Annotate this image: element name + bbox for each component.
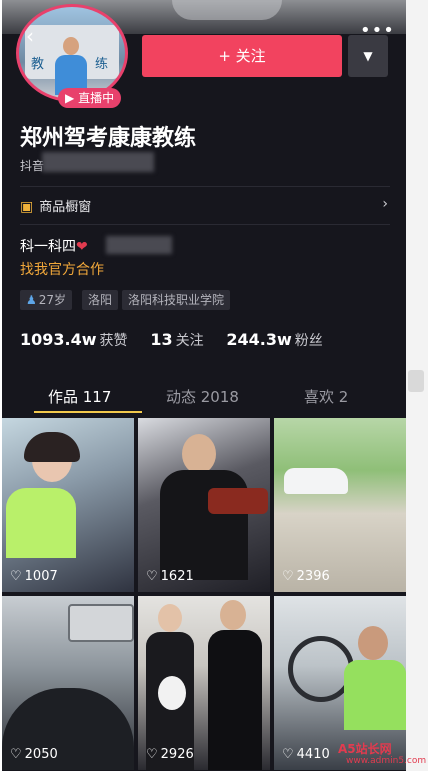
bio-line-1: 科一科四❤ bbox=[20, 236, 88, 256]
likes-label: 获赞 bbox=[99, 333, 128, 349]
heart-icon: ❤ bbox=[76, 239, 88, 255]
shop-icon: ▣ bbox=[20, 199, 34, 215]
heart-outline-icon: ♡ bbox=[146, 747, 158, 762]
profile-name: 郑州驾考康康教练 bbox=[20, 126, 197, 151]
like-count: ♡ 1621 bbox=[146, 569, 194, 584]
chevron-down-icon[interactable]: ▼ bbox=[348, 35, 388, 77]
avatar-char-1: 教 bbox=[31, 57, 45, 72]
stats-row: 1093.4w 获赞 13 关注 244.3w 粉丝 bbox=[20, 330, 341, 350]
tag-city: 洛阳 bbox=[82, 290, 119, 310]
video-thumbnail[interactable]: ♡ 1621 bbox=[138, 418, 270, 592]
tag-school: 洛阳科技职业学院 bbox=[122, 290, 231, 310]
follow-button[interactable]: + 关注 bbox=[142, 35, 342, 77]
video-thumbnail[interactable]: ♡ 1007 bbox=[2, 418, 134, 592]
video-thumbnail[interactable]: ♡ 2926 bbox=[138, 596, 270, 770]
back-arrow-icon[interactable]: ‹ bbox=[26, 24, 34, 48]
shop-window-row[interactable]: ▣ 商品橱窗 › bbox=[20, 196, 388, 216]
following-count[interactable]: 13 bbox=[150, 330, 172, 349]
divider bbox=[20, 224, 390, 225]
like-count: ♡ 2396 bbox=[282, 569, 330, 584]
likes-count: 1093.4w bbox=[20, 330, 97, 349]
video-thumbnail[interactable]: ♡ 2050 bbox=[2, 596, 134, 770]
tag-age: ♟ 27岁 bbox=[20, 290, 73, 310]
followers-label[interactable]: 粉丝 bbox=[295, 333, 323, 349]
redacted-bio bbox=[106, 236, 172, 254]
play-icon: ▶ bbox=[65, 91, 75, 105]
heart-outline-icon: ♡ bbox=[10, 569, 22, 584]
like-count: ♡ 2050 bbox=[10, 747, 58, 762]
bio-line-2: 找我官方合作 bbox=[20, 262, 104, 278]
redacted-id bbox=[42, 152, 154, 172]
tab-activity[interactable]: 动态 2018 bbox=[166, 386, 239, 407]
heart-outline-icon: ♡ bbox=[10, 747, 22, 762]
avatar-char-2: 练 bbox=[95, 57, 109, 72]
video-thumbnail[interactable]: ♡ 2396 bbox=[274, 418, 406, 592]
live-badge[interactable]: ▶ 直播中 bbox=[58, 88, 122, 108]
divider bbox=[20, 186, 390, 187]
like-count: ♡ 4410 bbox=[282, 747, 330, 762]
live-label: 直播中 bbox=[78, 91, 115, 105]
followers-count[interactable]: 244.3w bbox=[226, 330, 291, 349]
chevron-right-icon: › bbox=[382, 196, 388, 212]
person-icon: ♟ bbox=[26, 293, 37, 307]
watermark-url: www.admin5.com bbox=[346, 756, 427, 766]
heart-outline-icon: ♡ bbox=[282, 569, 294, 584]
watermark-logo: A5站长网 bbox=[338, 742, 392, 756]
profile-screen: 教 练 ‹ ▶ 直播中 + 关注 ••• ▼ 郑州驾考康康教练 抖音 ▣ 商品橱窗… bbox=[2, 0, 406, 771]
douyin-id-label: 抖音 bbox=[20, 159, 45, 173]
like-count: ♡ 1007 bbox=[10, 569, 58, 584]
heart-outline-icon: ♡ bbox=[282, 747, 294, 762]
tag-age-label: 27岁 bbox=[38, 293, 67, 307]
scrollbar[interactable] bbox=[406, 0, 428, 771]
following-label[interactable]: 关注 bbox=[176, 333, 204, 349]
shop-label: 商品橱窗 bbox=[39, 200, 92, 215]
tab-underline bbox=[34, 411, 142, 413]
heart-outline-icon: ♡ bbox=[146, 569, 158, 584]
tab-works[interactable]: 作品 117 bbox=[48, 386, 111, 407]
bio-text: 科一科四 bbox=[20, 239, 76, 255]
tab-likes[interactable]: 喜欢 2 bbox=[304, 386, 348, 407]
like-count: ♡ 2926 bbox=[146, 747, 194, 762]
